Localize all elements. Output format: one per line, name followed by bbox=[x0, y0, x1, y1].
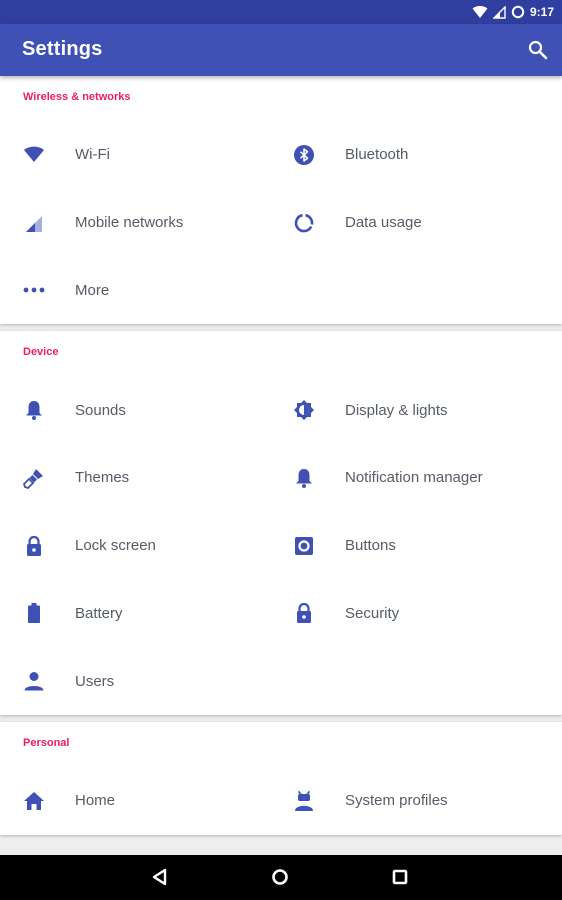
status-bar: 9:17 bbox=[0, 0, 562, 24]
data-usage-icon bbox=[292, 211, 316, 235]
section-wireless: Wireless & networks Wi-Fi Bluetooth Mobi… bbox=[0, 76, 562, 325]
back-icon[interactable] bbox=[148, 865, 172, 889]
setting-sounds[interactable]: Sounds bbox=[0, 376, 270, 444]
section-title: Device bbox=[23, 346, 59, 359]
brush-icon bbox=[22, 466, 46, 490]
page-title: Settings bbox=[22, 38, 103, 60]
setting-notification-manager[interactable]: Notification manager bbox=[270, 444, 562, 512]
section-personal: Personal Home System profiles bbox=[0, 722, 562, 835]
lock-icon bbox=[292, 601, 316, 625]
home-circle-icon[interactable] bbox=[268, 865, 292, 889]
user-icon bbox=[22, 669, 46, 693]
setting-home[interactable]: Home bbox=[0, 767, 270, 835]
setting-display-lights[interactable]: Display & lights bbox=[270, 376, 562, 444]
setting-battery[interactable]: Battery bbox=[0, 580, 270, 648]
status-time: 9:17 bbox=[529, 5, 554, 19]
setting-themes[interactable]: Themes bbox=[0, 444, 270, 512]
lock-icon bbox=[22, 534, 46, 558]
app-bar: Settings bbox=[0, 24, 562, 76]
buttons-icon bbox=[292, 534, 316, 558]
setting-users[interactable]: Users bbox=[0, 647, 270, 715]
brightness-icon bbox=[292, 398, 316, 422]
section-device: Device Sounds Display & lights Themes No… bbox=[0, 331, 562, 715]
setting-more[interactable]: More bbox=[0, 257, 270, 325]
setting-security[interactable]: Security bbox=[270, 580, 562, 648]
home-icon bbox=[22, 789, 46, 813]
wifi-status-icon bbox=[472, 5, 488, 19]
bell-icon bbox=[22, 398, 46, 422]
more-icon bbox=[22, 278, 46, 302]
setting-bluetooth[interactable]: Bluetooth bbox=[270, 121, 562, 189]
section-title: Wireless & networks bbox=[23, 91, 131, 103]
setting-buttons[interactable]: Buttons bbox=[270, 512, 562, 580]
setting-system-profiles[interactable]: System profiles bbox=[270, 767, 562, 835]
sync-status-icon bbox=[511, 5, 525, 19]
signal-icon bbox=[22, 211, 46, 235]
setting-lock-screen[interactable]: Lock screen bbox=[0, 512, 270, 580]
battery-icon bbox=[22, 601, 46, 625]
cell-signal-status-icon bbox=[492, 5, 506, 19]
search-icon[interactable] bbox=[526, 38, 550, 62]
section-title: Personal bbox=[23, 737, 70, 749]
profile-icon bbox=[292, 789, 316, 813]
setting-mobile-networks[interactable]: Mobile networks bbox=[0, 189, 270, 257]
status-icons: 9:17 bbox=[472, 0, 554, 24]
bell-icon bbox=[292, 466, 316, 490]
setting-wifi[interactable]: Wi-Fi bbox=[0, 121, 270, 189]
settings-list[interactable]: Wireless & networks Wi-Fi Bluetooth Mobi… bbox=[0, 76, 562, 855]
bluetooth-icon bbox=[292, 143, 316, 167]
recents-icon[interactable] bbox=[388, 865, 412, 889]
navigation-bar bbox=[0, 855, 562, 900]
setting-data-usage[interactable]: Data usage bbox=[270, 189, 562, 257]
wifi-icon bbox=[22, 143, 46, 167]
